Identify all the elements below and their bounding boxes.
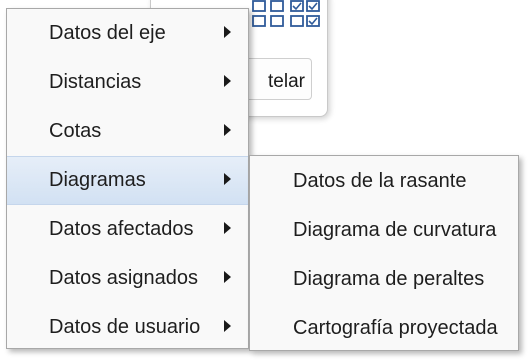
submenu-item-label: Diagrama de peraltes	[293, 268, 485, 290]
submenu-arrow-icon	[224, 26, 231, 38]
submenu-item-datos-de-la-rasante[interactable]: Datos de la rasante	[250, 156, 518, 205]
grid-outline-icon[interactable]	[251, 0, 287, 29]
menu-item-datos-asignados[interactable]: Datos asignados	[7, 254, 248, 303]
submenu-item-label: Cartografía proyectada	[293, 317, 498, 339]
menu-item-label: Datos asignados	[49, 267, 198, 289]
submenu-item-diagrama-de-curvatura[interactable]: Diagrama de curvatura	[250, 205, 518, 254]
menu-item-cotas[interactable]: Cotas	[7, 107, 248, 156]
menu-item-label: Distancias	[49, 71, 142, 93]
menu-item-label: Diagramas	[49, 169, 146, 191]
menu-item-datos-de-usuario[interactable]: Datos de usuario	[7, 303, 248, 352]
submenu-item-cartografia-proyectada[interactable]: Cartografía proyectada	[250, 303, 518, 352]
grid-check-icon[interactable]	[289, 0, 325, 29]
context-menu: Datos del eje Distancias Cotas Diagramas…	[6, 8, 249, 349]
menu-item-distancias[interactable]: Distancias	[7, 58, 248, 107]
menu-item-label: Cotas	[49, 120, 102, 142]
diagramas-submenu: Datos de la rasante Diagrama de curvatur…	[249, 155, 519, 351]
submenu-item-label: Datos de la rasante	[293, 170, 467, 192]
submenu-arrow-icon	[224, 222, 231, 234]
menu-item-datos-afectados[interactable]: Datos afectados	[7, 205, 248, 254]
submenu-arrow-icon	[224, 173, 231, 185]
submenu-arrow-icon	[224, 320, 231, 332]
submenu-item-diagrama-de-peraltes[interactable]: Diagrama de peraltes	[250, 254, 518, 303]
submenu-item-label: Diagrama de curvatura	[293, 219, 497, 241]
menu-item-label: Datos afectados	[49, 218, 194, 240]
submenu-arrow-icon	[224, 124, 231, 136]
menu-item-diagramas[interactable]: Diagramas	[7, 156, 248, 205]
menu-item-datos-del-eje[interactable]: Datos del eje	[7, 9, 248, 58]
menu-item-label: Datos del eje	[49, 22, 166, 44]
menu-item-label: Datos de usuario	[49, 316, 201, 338]
submenu-arrow-icon	[224, 271, 231, 283]
submenu-arrow-icon	[224, 75, 231, 87]
